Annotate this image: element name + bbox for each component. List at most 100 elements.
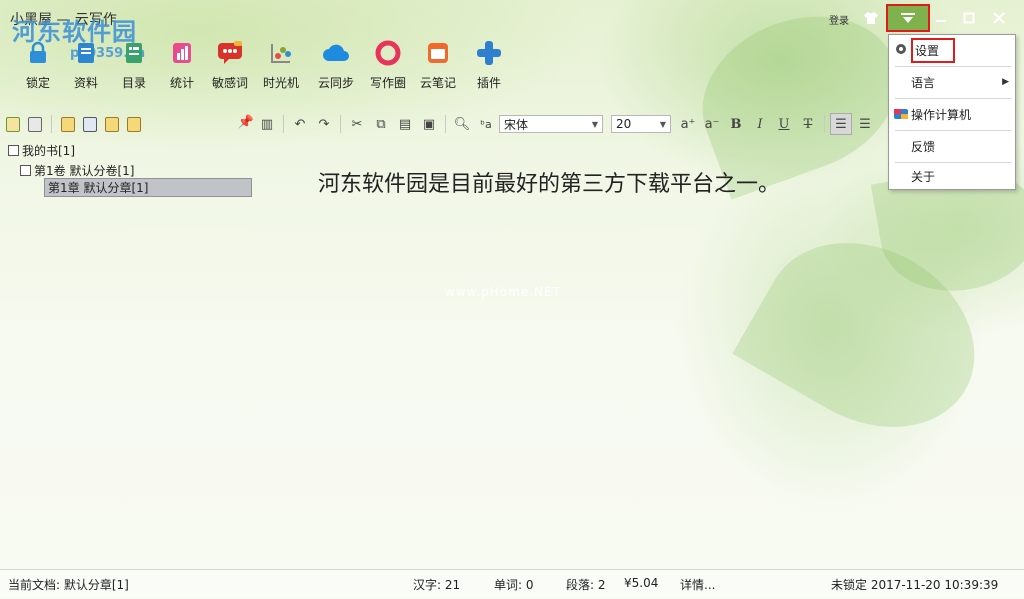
toolbar-statistics[interactable]: 统计 (158, 38, 206, 91)
status-hanzi-count: 汉字: 21 (413, 578, 461, 592)
copy-icon[interactable]: ⧉ (370, 113, 392, 135)
new-volume-button[interactable] (26, 115, 44, 133)
align-center-icon[interactable]: ☰ (854, 113, 876, 135)
export-button[interactable] (125, 115, 143, 133)
status-details-link[interactable]: 详情... (680, 576, 715, 593)
minimize-icon (936, 20, 946, 22)
tree-book-node[interactable]: 我的书[1] (8, 142, 75, 159)
strikethrough-icon[interactable]: T (797, 113, 819, 135)
editor-watermark: www.pHome.NET (445, 285, 561, 299)
redo-icon[interactable]: ↷ (313, 113, 335, 135)
divider (445, 115, 446, 133)
format-toolbar: ▥ ↶ ↷ ✂ ⧉ ▤ ▣ 🔍︎ ᵇa 宋体 ▼ 20 ▼ a⁺ a⁻ B I U … (256, 112, 888, 136)
timeline-icon (266, 38, 296, 68)
tree-chapter-node[interactable]: 第1章 默认分章[1] (44, 178, 252, 197)
chevron-right-icon: ▶ (1002, 77, 1009, 87)
minimize-button[interactable] (926, 4, 956, 32)
toolbar-label: 锁定 (25, 76, 50, 90)
font-shrink-icon[interactable]: a⁻ (701, 113, 723, 135)
menu-item-about[interactable]: 关于 (889, 161, 1017, 191)
font-name-select[interactable]: 宋体 ▼ (499, 115, 603, 133)
toolbar-cloud-notes[interactable]: 云笔记 (414, 38, 462, 91)
paste-icon[interactable]: ▤ (394, 113, 416, 135)
import-button[interactable] (103, 115, 121, 133)
chevron-down-icon: ▼ (591, 119, 598, 129)
tree-volume-node[interactable]: 第1卷 默认分卷[1] (20, 162, 134, 179)
search-icon[interactable]: 🔍︎ (451, 113, 473, 135)
toolbar-plugins[interactable]: 插件 (465, 38, 513, 91)
lock-icon (23, 38, 53, 68)
skin-button[interactable] (856, 4, 886, 32)
new-chapter-button[interactable] (59, 115, 77, 133)
toolbar-label: 统计 (169, 76, 194, 90)
main-toolbar: 锁定 资料 目录 统计 敏感词 时光机 云同步 写作圈 云笔记 插件 (0, 36, 1024, 100)
copy-chapter-button[interactable] (81, 115, 99, 133)
menu-item-settings[interactable]: 设置 (889, 35, 1017, 65)
undo-icon[interactable]: ↶ (289, 113, 311, 135)
status-current-doc: 当前文档: 默认分章[1] (8, 578, 129, 592)
align-left-icon[interactable]: ☰ (830, 113, 852, 135)
font-size-value: 20 (616, 117, 632, 131)
tree-chapter-label: 第1章 默认分章[1] (48, 181, 149, 195)
cloud-icon (321, 38, 351, 68)
checkbox[interactable] (8, 145, 19, 156)
tree-book-label: 我的书[1] (22, 144, 75, 158)
toolbar-label: 云同步 (317, 76, 354, 90)
font-size-select[interactable]: 20 ▼ (611, 115, 671, 133)
new-book-icon (6, 116, 20, 132)
editor-content[interactable]: 河东软件园是目前最好的第三方下载平台之一。 (318, 166, 780, 198)
divider (283, 115, 284, 133)
notepad-icon (423, 38, 453, 68)
pin-icon[interactable]: 📌 (238, 115, 254, 130)
dropdown-menu-icon (901, 13, 915, 23)
document-icon (71, 38, 101, 68)
toolbar-writing-circle[interactable]: 写作圈 (364, 38, 412, 91)
maximize-icon (963, 12, 975, 24)
toolbar-label: 目录 (121, 76, 146, 90)
checkbox[interactable] (20, 165, 31, 176)
toolbar-sensitive-words[interactable]: 敏感词 (206, 38, 254, 91)
palette-icon (894, 109, 908, 119)
gear-icon (896, 44, 906, 54)
menu-item-label: 语言 (911, 75, 936, 90)
tshirt-icon (864, 12, 878, 24)
close-button[interactable] (984, 4, 1014, 32)
copy-chapter-icon (83, 116, 97, 132)
menu-dropdown-button[interactable] (886, 4, 930, 32)
toolbar-cloud-sync[interactable]: 云同步 (312, 38, 360, 91)
toolbar-label: 插件 (476, 76, 501, 90)
underline-icon[interactable]: U (773, 113, 795, 135)
select-all-icon[interactable]: ▣ (418, 113, 440, 135)
status-paragraph-count: 段落: 2 (566, 578, 606, 592)
menu-item-label: 反馈 (911, 139, 936, 154)
close-icon (993, 12, 1005, 24)
toolbar-time-machine[interactable]: 时光机 (257, 38, 305, 91)
new-volume-icon (28, 116, 42, 132)
chevron-down-icon: ▼ (659, 119, 666, 129)
toolbar-label: 时光机 (262, 76, 299, 90)
menu-item-label: 操作计算机 (911, 107, 972, 122)
replace-icon[interactable]: ᵇa (475, 113, 497, 135)
bold-icon[interactable]: B (725, 113, 747, 135)
toolbar-label: 云笔记 (419, 76, 456, 90)
login-link[interactable]: 登录 (829, 12, 849, 27)
new-book-button[interactable] (4, 115, 22, 133)
menu-item-label: 关于 (911, 169, 936, 184)
import-icon (105, 116, 119, 132)
italic-icon[interactable]: I (749, 113, 771, 135)
status-lock-time: 未锁定 2017-11-20 10:39:39 (831, 578, 999, 592)
menu-item-language[interactable]: 语言 ▶ (889, 67, 1017, 97)
toolbar-lock[interactable]: 锁定 (14, 38, 62, 91)
font-grow-icon[interactable]: a⁺ (677, 113, 699, 135)
plus-icon (474, 38, 504, 68)
toolbar-catalog[interactable]: 目录 (110, 38, 158, 91)
toolbar-materials[interactable]: 资料 (62, 38, 110, 91)
menu-item-label: 设置 (911, 37, 956, 63)
tree-volume-label: 第1卷 默认分卷[1] (34, 164, 135, 178)
columns-icon[interactable]: ▥ (256, 113, 278, 135)
menu-item-operate-computer[interactable]: 操作计算机 (889, 99, 1017, 129)
menu-item-feedback[interactable]: 反馈 (889, 131, 1017, 161)
cut-icon[interactable]: ✂ (346, 113, 368, 135)
title-bar: 小黑屋 — 云写作 河东软件园 登录 (0, 0, 1024, 46)
maximize-button[interactable] (954, 4, 984, 32)
